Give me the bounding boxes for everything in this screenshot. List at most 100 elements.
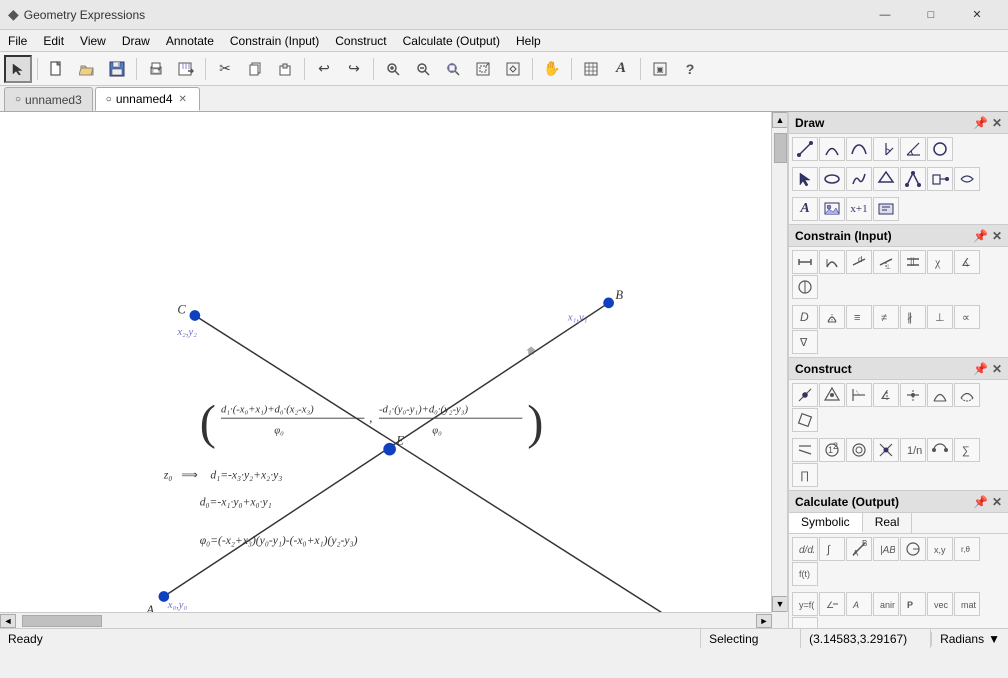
constrain-7[interactable]: ∡ [954, 250, 980, 274]
construct-7[interactable] [954, 383, 980, 407]
construct-12[interactable] [873, 438, 899, 462]
constrain-15[interactable]: ∝ [954, 305, 980, 329]
calc-11[interactable]: A [846, 592, 872, 616]
calc-14[interactable]: vec [927, 592, 953, 616]
constrain-5[interactable]: || [900, 250, 926, 274]
draw-line-tool[interactable] [792, 137, 818, 161]
construct-6[interactable] [927, 383, 953, 407]
draw-pointer-tool[interactable] [792, 167, 818, 191]
draw-text-tool[interactable]: A [792, 197, 818, 221]
constrain-11[interactable]: ≡ [846, 305, 872, 329]
draw-panel-pin[interactable]: 📌 [973, 116, 988, 130]
close-button[interactable]: ✕ [954, 0, 1000, 30]
construct-9[interactable] [792, 438, 818, 462]
tab-symbolic[interactable]: Symbolic [789, 513, 863, 533]
tab-close-unnamed4[interactable]: ✕ [177, 94, 189, 105]
menu-annotate[interactable]: Annotate [158, 30, 222, 51]
menu-view[interactable]: View [72, 30, 114, 51]
draw-angle-tool[interactable] [900, 137, 926, 161]
menu-help[interactable]: Help [508, 30, 549, 51]
calculate-panel-close[interactable]: ✕ [992, 495, 1002, 509]
calc-2[interactable]: ∫ [819, 537, 845, 561]
construct-11[interactable] [846, 438, 872, 462]
calc-15[interactable]: mat [954, 592, 980, 616]
constrain-9[interactable]: D [792, 305, 818, 329]
paste-button[interactable] [271, 55, 299, 83]
calc-8[interactable]: f(t) [792, 562, 818, 586]
construct-10[interactable]: 12 [819, 438, 845, 462]
constrain-2[interactable] [819, 250, 845, 274]
open-button[interactable] [73, 55, 101, 83]
tool-extra-1[interactable]: ▣ [646, 55, 674, 83]
calculate-panel-pin[interactable]: 📌 [973, 495, 988, 509]
construct-16[interactable]: ∏ [792, 463, 818, 487]
new-button[interactable] [43, 55, 71, 83]
zoom-region-button[interactable] [499, 55, 527, 83]
draw-ellipse-tool[interactable] [819, 167, 845, 191]
pan-button[interactable]: ✋ [538, 55, 566, 83]
draw-path-tool[interactable] [900, 167, 926, 191]
calc-3[interactable]: AB [846, 537, 872, 561]
draw-image-tool[interactable] [819, 197, 845, 221]
calc-13[interactable]: P [900, 592, 926, 616]
constrain-1[interactable] [792, 250, 818, 274]
tab-unnamed3[interactable]: ○ unnamed3 [4, 87, 93, 111]
draw-angle-arc-tool[interactable] [873, 137, 899, 161]
scroll-right-button[interactable]: ► [756, 614, 772, 628]
snap-button[interactable]: A [607, 55, 635, 83]
calc-7[interactable]: r,θ [954, 537, 980, 561]
calc-6[interactable]: x,y [927, 537, 953, 561]
construct-3[interactable] [846, 383, 872, 407]
horizontal-scrollbar[interactable]: ◄ ► [0, 612, 772, 628]
construct-13[interactable]: 1/n [900, 438, 926, 462]
calc-12[interactable]: anim [873, 592, 899, 616]
copy-button[interactable] [241, 55, 269, 83]
construct-5[interactable] [900, 383, 926, 407]
constrain-3[interactable]: d [846, 250, 872, 274]
constrain-panel-pin[interactable]: 📌 [973, 229, 988, 243]
export-button[interactable] [172, 55, 200, 83]
construct-1[interactable] [792, 383, 818, 407]
construct-panel-close[interactable]: ✕ [992, 362, 1002, 376]
calc-9[interactable]: y=f(x) [792, 592, 818, 616]
construct-panel-pin[interactable]: 📌 [973, 362, 988, 376]
save-button[interactable] [103, 55, 131, 83]
menu-construct[interactable]: Construct [327, 30, 394, 51]
cut-button[interactable]: ✂ [211, 55, 239, 83]
tab-real[interactable]: Real [863, 513, 913, 533]
scroll-down-button[interactable]: ▼ [772, 596, 788, 612]
menu-draw[interactable]: Draw [114, 30, 158, 51]
draw-circle-tool[interactable] [927, 137, 953, 161]
zoom-fit-button[interactable] [439, 55, 467, 83]
menu-file[interactable]: File [0, 30, 35, 51]
draw-more-tool-3[interactable] [873, 197, 899, 221]
scroll-thumb-v[interactable] [774, 133, 787, 163]
print-button[interactable] [142, 55, 170, 83]
construct-2[interactable] [819, 383, 845, 407]
menu-edit[interactable]: Edit [35, 30, 72, 51]
draw-freehand-tool[interactable] [846, 167, 872, 191]
redo-button[interactable]: ↪ [340, 55, 368, 83]
draw-var-tool[interactable]: x+1 [846, 197, 872, 221]
calc-10[interactable]: ∠ [819, 592, 845, 616]
status-angle-mode[interactable]: Radians ▼ [931, 632, 1008, 646]
undo-button[interactable]: ↩ [310, 55, 338, 83]
constrain-13[interactable]: ∦ [900, 305, 926, 329]
scroll-thumb-h[interactable] [22, 615, 102, 627]
minimize-button[interactable]: — [862, 0, 908, 30]
draw-arc-tool[interactable] [819, 137, 845, 161]
construct-15[interactable]: ∑ [954, 438, 980, 462]
constrain-14[interactable]: ⊥ [927, 305, 953, 329]
calc-1[interactable]: d/dx [792, 537, 818, 561]
constrain-10[interactable] [819, 305, 845, 329]
zoom-in-button[interactable] [379, 55, 407, 83]
constrain-panel-close[interactable]: ✕ [992, 229, 1002, 243]
draw-panel-close[interactable]: ✕ [992, 116, 1002, 130]
construct-4[interactable]: ∠ [873, 383, 899, 407]
draw-more-tool-2[interactable] [954, 167, 980, 191]
help-button[interactable]: ? [676, 55, 704, 83]
calc-5[interactable] [900, 537, 926, 561]
scroll-up-button[interactable]: ▲ [772, 112, 788, 128]
canvas-area[interactable]: A x₀,y₀ B x₁,y₁ C x₂,y₂ D x₃,y₃ [0, 112, 788, 612]
constrain-4[interactable]: ⊥ [873, 250, 899, 274]
